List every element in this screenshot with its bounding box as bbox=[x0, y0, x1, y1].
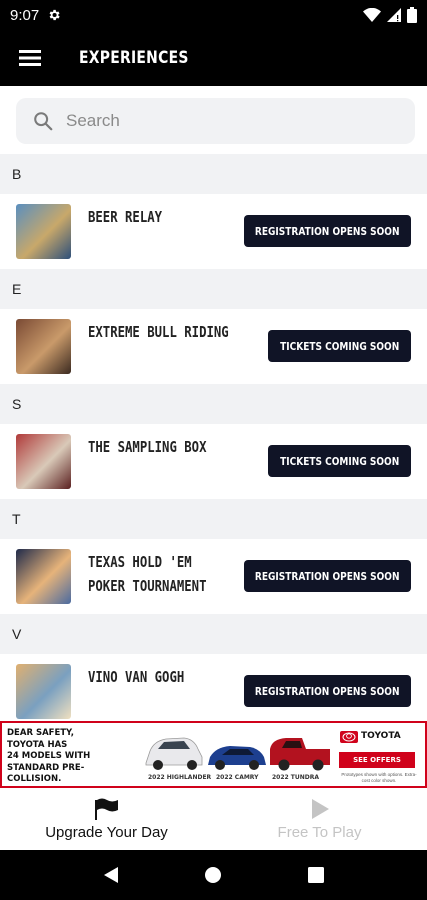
experience-thumbnail bbox=[16, 319, 71, 374]
ad-brand-name: TOYOTA bbox=[361, 731, 401, 741]
home-circle-icon bbox=[205, 867, 222, 883]
experience-title: TEXAS HOLD 'EM POKER TOURNAMENT bbox=[88, 550, 244, 598]
experience-thumbnail bbox=[16, 549, 71, 604]
experience-title-line: TEXAS HOLD 'EM bbox=[88, 553, 192, 571]
hamburger-menu-icon bbox=[19, 50, 41, 66]
signal-icon bbox=[387, 8, 401, 22]
ad-headline-line: STANDARD PRE-COLLISION. bbox=[7, 762, 85, 785]
car-lineup-illustration bbox=[145, 737, 330, 771]
experience-title: VINO VAN GOGH bbox=[88, 665, 244, 689]
status-time: 9:07 bbox=[10, 6, 40, 24]
ad-see-offers-button[interactable]: SEE OFFERS bbox=[339, 752, 415, 768]
experience-title-line: POKER TOURNAMENT bbox=[88, 577, 207, 595]
experience-row[interactable]: BEER RELAY REGISTRATION OPENS SOON bbox=[0, 194, 427, 269]
experience-action-button[interactable]: TICKETS COMING SOON bbox=[268, 445, 411, 477]
experience-action-button[interactable]: TICKETS COMING SOON bbox=[268, 330, 411, 362]
experience-title-line: VINO VAN GOGH bbox=[88, 668, 185, 686]
experience-action-label: TICKETS COMING SOON bbox=[279, 454, 400, 468]
nav-label: Free To Play bbox=[277, 824, 362, 841]
ad-brand-panel: TOYOTA SEE OFFERS Prototypes shown with … bbox=[335, 725, 423, 784]
page-title: EXPERIENCES bbox=[79, 48, 189, 68]
experience-action-button[interactable]: REGISTRATION OPENS SOON bbox=[244, 675, 411, 707]
experience-row[interactable]: VINO VAN GOGH REGISTRATION OPENS SOON bbox=[0, 654, 427, 720]
section-header: S bbox=[0, 384, 427, 424]
experience-row[interactable]: TEXAS HOLD 'EM POKER TOURNAMENT REGISTRATI… bbox=[0, 539, 427, 614]
battery-icon bbox=[407, 7, 417, 23]
experience-title-line: EXTREME BULL RIDING bbox=[88, 323, 229, 341]
recents-button[interactable] bbox=[294, 853, 338, 897]
nav-label: Upgrade Your Day bbox=[45, 824, 168, 841]
ad-headline: DEAR SAFETY, TOYOTA HAS 24 MODELS WITH S… bbox=[7, 728, 137, 786]
experience-action-label: REGISTRATION OPENS SOON bbox=[255, 569, 400, 583]
search-icon bbox=[34, 112, 53, 131]
play-icon bbox=[311, 799, 329, 819]
experience-row[interactable]: THE SAMPLING BOX TICKETS COMING SOON bbox=[0, 424, 427, 499]
status-bar: 9:07 bbox=[0, 0, 427, 30]
experience-list: B BEER RELAY REGISTRATION OPENS SOON E EXTRE… bbox=[0, 154, 427, 720]
experience-thumbnail bbox=[16, 664, 71, 719]
ad-fine-print: Prototypes shown with options. Extra-cos… bbox=[341, 772, 417, 783]
ad-headline-line: DEAR SAFETY, bbox=[7, 728, 75, 738]
system-navigation-bar bbox=[0, 850, 427, 900]
menu-button[interactable] bbox=[0, 30, 60, 86]
ad-car-images: 2022 HIGHLANDER 2022 CAMRY 2022 TUNDRA bbox=[142, 727, 332, 785]
home-button[interactable] bbox=[191, 853, 235, 897]
experience-action-label: TICKETS COMING SOON bbox=[279, 339, 400, 353]
ad-car-label: 2022 TUNDRA bbox=[272, 774, 320, 781]
toyota-logo-icon bbox=[340, 731, 358, 743]
back-button[interactable] bbox=[89, 853, 133, 897]
search-box[interactable] bbox=[16, 98, 415, 144]
app-bar: EXPERIENCES bbox=[0, 30, 427, 86]
experience-thumbnail bbox=[16, 434, 71, 489]
experience-title-line: THE SAMPLING BOX bbox=[88, 438, 207, 456]
recents-square-icon bbox=[307, 867, 324, 883]
experience-thumbnail bbox=[16, 204, 71, 259]
section-header: B bbox=[0, 154, 427, 194]
section-header: E bbox=[0, 269, 427, 309]
nav-free-to-play[interactable]: Free To Play bbox=[213, 788, 426, 850]
ad-banner[interactable]: DEAR SAFETY, TOYOTA HAS 24 MODELS WITH S… bbox=[0, 721, 427, 788]
experience-title: THE SAMPLING BOX bbox=[88, 435, 244, 459]
search-input[interactable] bbox=[66, 111, 366, 131]
experience-title-line: BEER RELAY bbox=[88, 208, 163, 226]
ad-headline-line: TOYOTA HAS bbox=[7, 739, 68, 750]
experience-row[interactable]: EXTREME BULL RIDING TICKETS COMING SOON bbox=[0, 309, 427, 384]
bottom-navigation: Upgrade Your Day Free To Play bbox=[0, 788, 427, 850]
ad-headline-line: 24 MODELS WITH bbox=[7, 751, 91, 761]
section-header: V bbox=[0, 614, 427, 654]
experience-action-button[interactable]: REGISTRATION OPENS SOON bbox=[244, 215, 411, 247]
settings-gear-icon bbox=[49, 9, 60, 21]
section-header: T bbox=[0, 499, 427, 539]
search-area bbox=[0, 86, 427, 154]
status-icons bbox=[363, 7, 417, 23]
experience-action-label: REGISTRATION OPENS SOON bbox=[255, 684, 400, 698]
experience-title: BEER RELAY bbox=[88, 205, 244, 229]
back-triangle-icon bbox=[104, 867, 119, 883]
experience-title: EXTREME BULL RIDING bbox=[88, 320, 244, 344]
wifi-icon bbox=[363, 8, 381, 22]
nav-upgrade-your-day[interactable]: Upgrade Your Day bbox=[0, 788, 213, 850]
experience-action-button[interactable]: REGISTRATION OPENS SOON bbox=[244, 560, 411, 592]
experience-action-label: REGISTRATION OPENS SOON bbox=[255, 224, 400, 238]
ad-car-label: 2022 CAMRY bbox=[216, 774, 259, 781]
flag-icon bbox=[94, 798, 118, 820]
ad-car-label: 2022 HIGHLANDER bbox=[148, 774, 212, 781]
